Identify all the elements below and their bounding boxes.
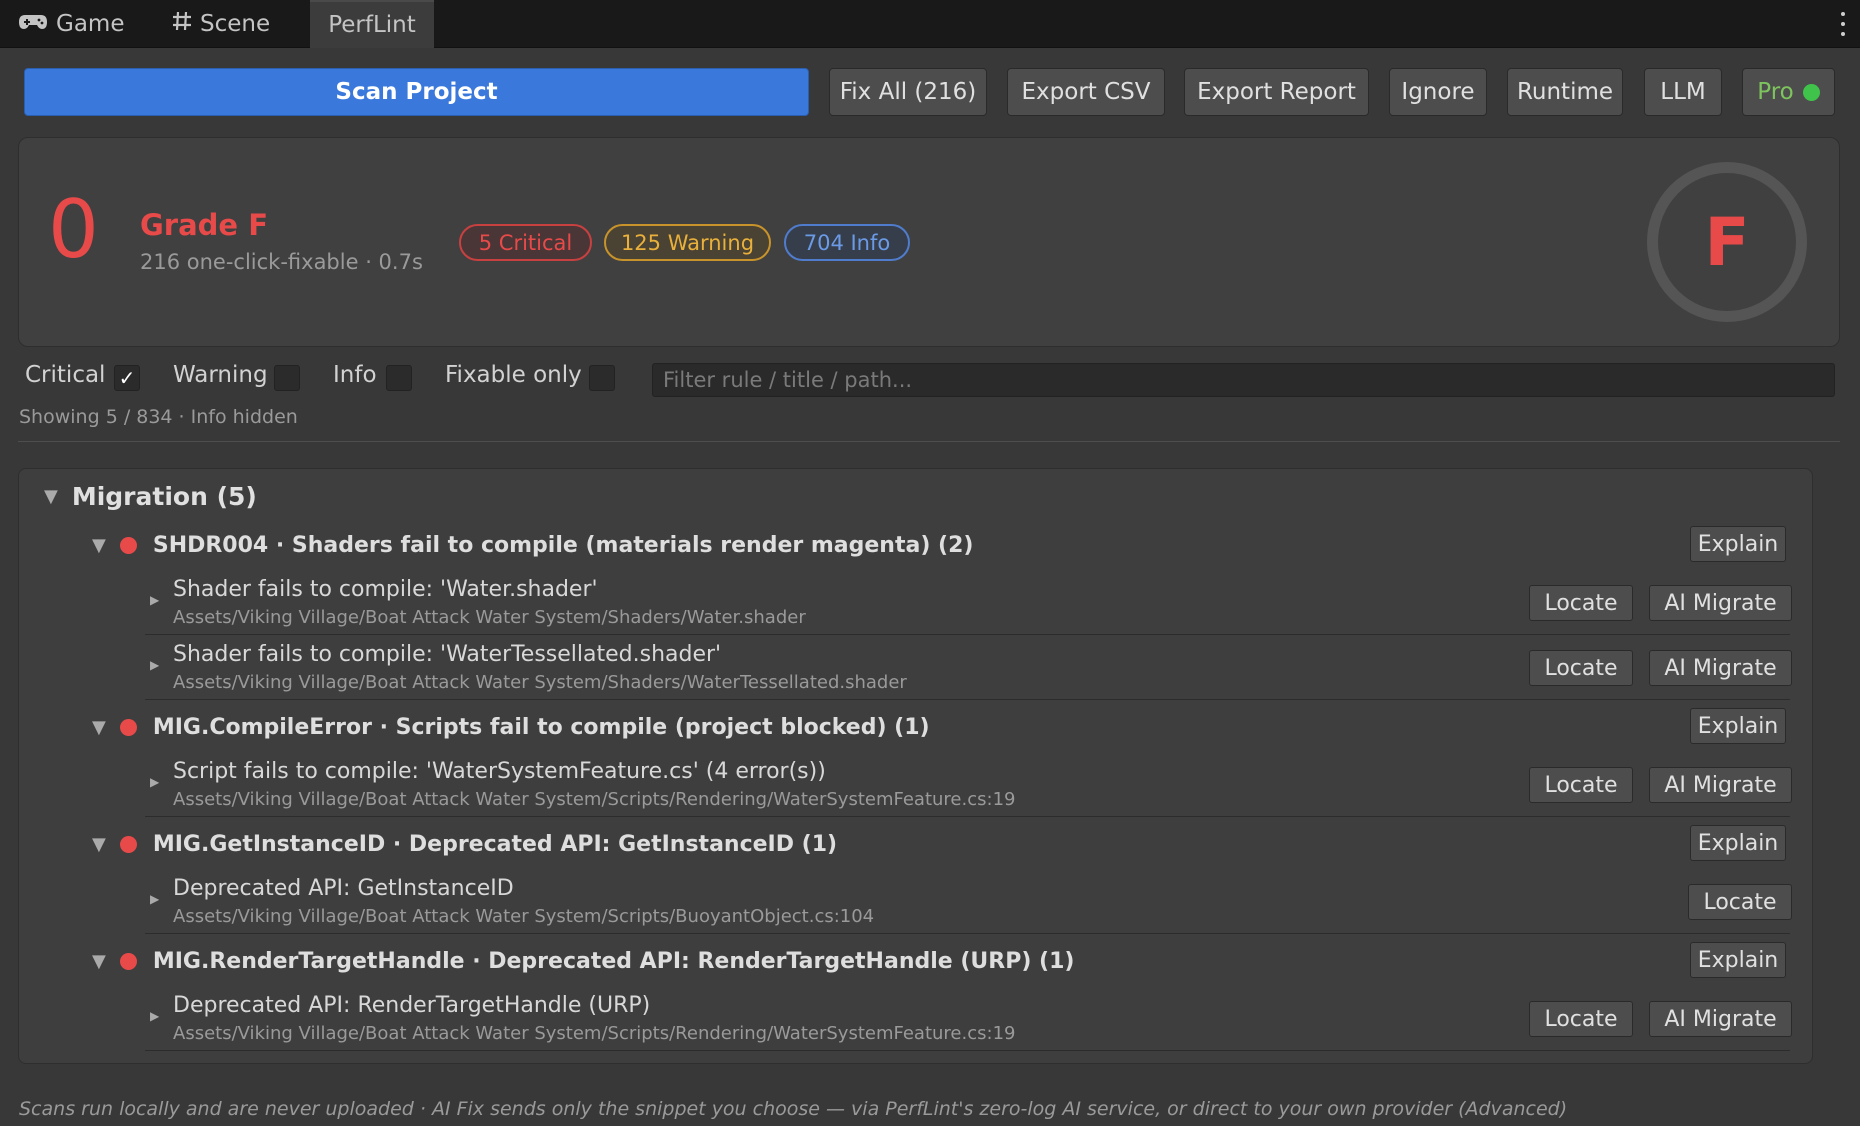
tab-scene[interactable]: Scene [172,0,297,48]
rule-title: MIG.GetInstanceID · Deprecated API: GetI… [152,831,838,857]
expand-caret-icon: ▶ [150,1009,160,1023]
info-checkbox[interactable] [386,365,412,391]
llm-button[interactable]: LLM [1644,68,1722,116]
rule-row[interactable]: ▼ MIG.RenderTargetHandle · Deprecated AP… [92,941,1074,981]
issue-path: Assets/Viking Village/Boat Attack Water … [173,607,806,628]
expand-caret-icon: ▶ [150,593,160,607]
expand-triangle-icon: ▼ [44,486,58,507]
fixable-only-checkbox[interactable] [589,365,615,391]
expand-caret-icon: ▶ [150,892,160,906]
critical-dot-icon [119,718,137,736]
critical-dot-icon [119,536,137,554]
critical-checkbox[interactable]: ✓ [114,365,140,391]
export-csv-button[interactable]: Export CSV [1007,68,1165,116]
summary-card [18,137,1840,347]
issue-path: Assets/Viking Village/Boat Attack Water … [173,672,907,693]
ai-migrate-button[interactable]: AI Migrate [1649,585,1792,621]
locate-button[interactable]: Locate [1529,1001,1633,1037]
export-report-button[interactable]: Export Report [1184,68,1369,116]
pro-status-dot [1802,83,1820,101]
group-title: Migration (5) [71,482,257,511]
divider [18,441,1840,442]
ai-migrate-button[interactable]: AI Migrate [1649,767,1792,803]
warning-filter-label: Warning [173,362,268,388]
expand-triangle-icon: ▼ [92,833,106,855]
showing-count: Showing 5 / 834 · Info hidden [19,406,298,428]
tab-perflint-label: PerfLint [328,12,416,38]
expand-caret-icon: ▶ [150,775,160,789]
issue-path: Assets/Viking Village/Boat Attack Water … [173,789,1016,810]
runtime-button[interactable]: Runtime [1507,68,1623,116]
issue-title: Deprecated API: GetInstanceID [173,876,514,901]
scan-project-button[interactable]: Scan Project [24,68,809,116]
grade-ring: F [1647,162,1807,322]
expand-caret-icon: ▶ [150,658,160,672]
group-migration-header[interactable]: ▼ Migration (5) [44,482,257,511]
grid-hash-icon [172,11,192,37]
issue-title: Shader fails to compile: 'Water.shader' [173,577,598,602]
explain-button[interactable]: Explain [1690,708,1786,744]
filter-search-input[interactable] [652,363,1835,397]
tab-perflint[interactable]: PerfLint [310,0,434,48]
issue-row[interactable]: ▶ Deprecated API: GetInstanceID Assets/V… [145,870,1790,934]
warning-checkbox[interactable] [274,365,300,391]
info-filter-label: Info [333,362,377,388]
more-options-icon[interactable] [1840,12,1846,36]
gamepad-icon [18,11,48,37]
issue-title: Deprecated API: RenderTargetHandle (URP) [173,993,651,1018]
pro-button[interactable]: Pro [1742,68,1835,116]
ai-migrate-button[interactable]: AI Migrate [1649,1001,1792,1037]
expand-triangle-icon: ▼ [92,534,106,556]
issue-title: Shader fails to compile: 'WaterTessellat… [173,642,722,667]
explain-button[interactable]: Explain [1690,825,1786,861]
rule-title: SHDR004 · Shaders fail to compile (mater… [152,532,974,558]
locate-button[interactable]: Locate [1688,884,1792,920]
critical-dot-icon [119,835,137,853]
rule-row[interactable]: ▼ MIG.CompileError · Scripts fail to com… [92,707,930,747]
explain-button[interactable]: Explain [1690,526,1786,562]
issue-path: Assets/Viking Village/Boat Attack Water … [173,1023,1016,1044]
tab-game-label: Game [56,11,125,37]
grade-letter: F [1704,203,1750,281]
privacy-footer-note: Scans run locally and are never uploaded… [19,1098,1568,1120]
rule-row[interactable]: ▼ MIG.GetInstanceID · Deprecated API: Ge… [92,824,837,864]
info-count-badge: 704 Info [784,224,910,261]
expand-triangle-icon: ▼ [92,950,106,972]
tab-scene-label: Scene [200,11,271,37]
ignore-button[interactable]: Ignore [1389,68,1487,116]
locate-button[interactable]: Locate [1529,585,1633,621]
issue-title: Script fails to compile: 'WaterSystemFea… [173,759,826,784]
tab-game[interactable]: Game [18,0,143,48]
rule-title: MIG.CompileError · Scripts fail to compi… [152,714,930,740]
locate-button[interactable]: Locate [1529,767,1633,803]
critical-filter-label: Critical [25,362,106,388]
rule-row[interactable]: ▼ SHDR004 · Shaders fail to compile (mat… [92,525,973,565]
pro-label: Pro [1757,79,1794,105]
explain-button[interactable]: Explain [1690,942,1786,978]
critical-count-badge: 5 Critical [459,224,592,261]
score-value: 0 [48,183,99,276]
grade-subtitle: 216 one-click-fixable · 0.7s [140,250,423,274]
critical-dot-icon [119,952,137,970]
grade-title: Grade F [140,208,269,242]
locate-button[interactable]: Locate [1529,650,1633,686]
fix-all-button[interactable]: Fix All (216) [829,68,987,116]
rule-title: MIG.RenderTargetHandle · Deprecated API:… [152,948,1075,974]
issue-path: Assets/Viking Village/Boat Attack Water … [173,906,875,927]
expand-triangle-icon: ▼ [92,716,106,738]
fixable-only-label: Fixable only [445,362,582,388]
warning-count-badge: 125 Warning [604,224,771,261]
tab-bar: Game Scene PerfLint [0,0,1860,48]
ai-migrate-button[interactable]: AI Migrate [1649,650,1792,686]
